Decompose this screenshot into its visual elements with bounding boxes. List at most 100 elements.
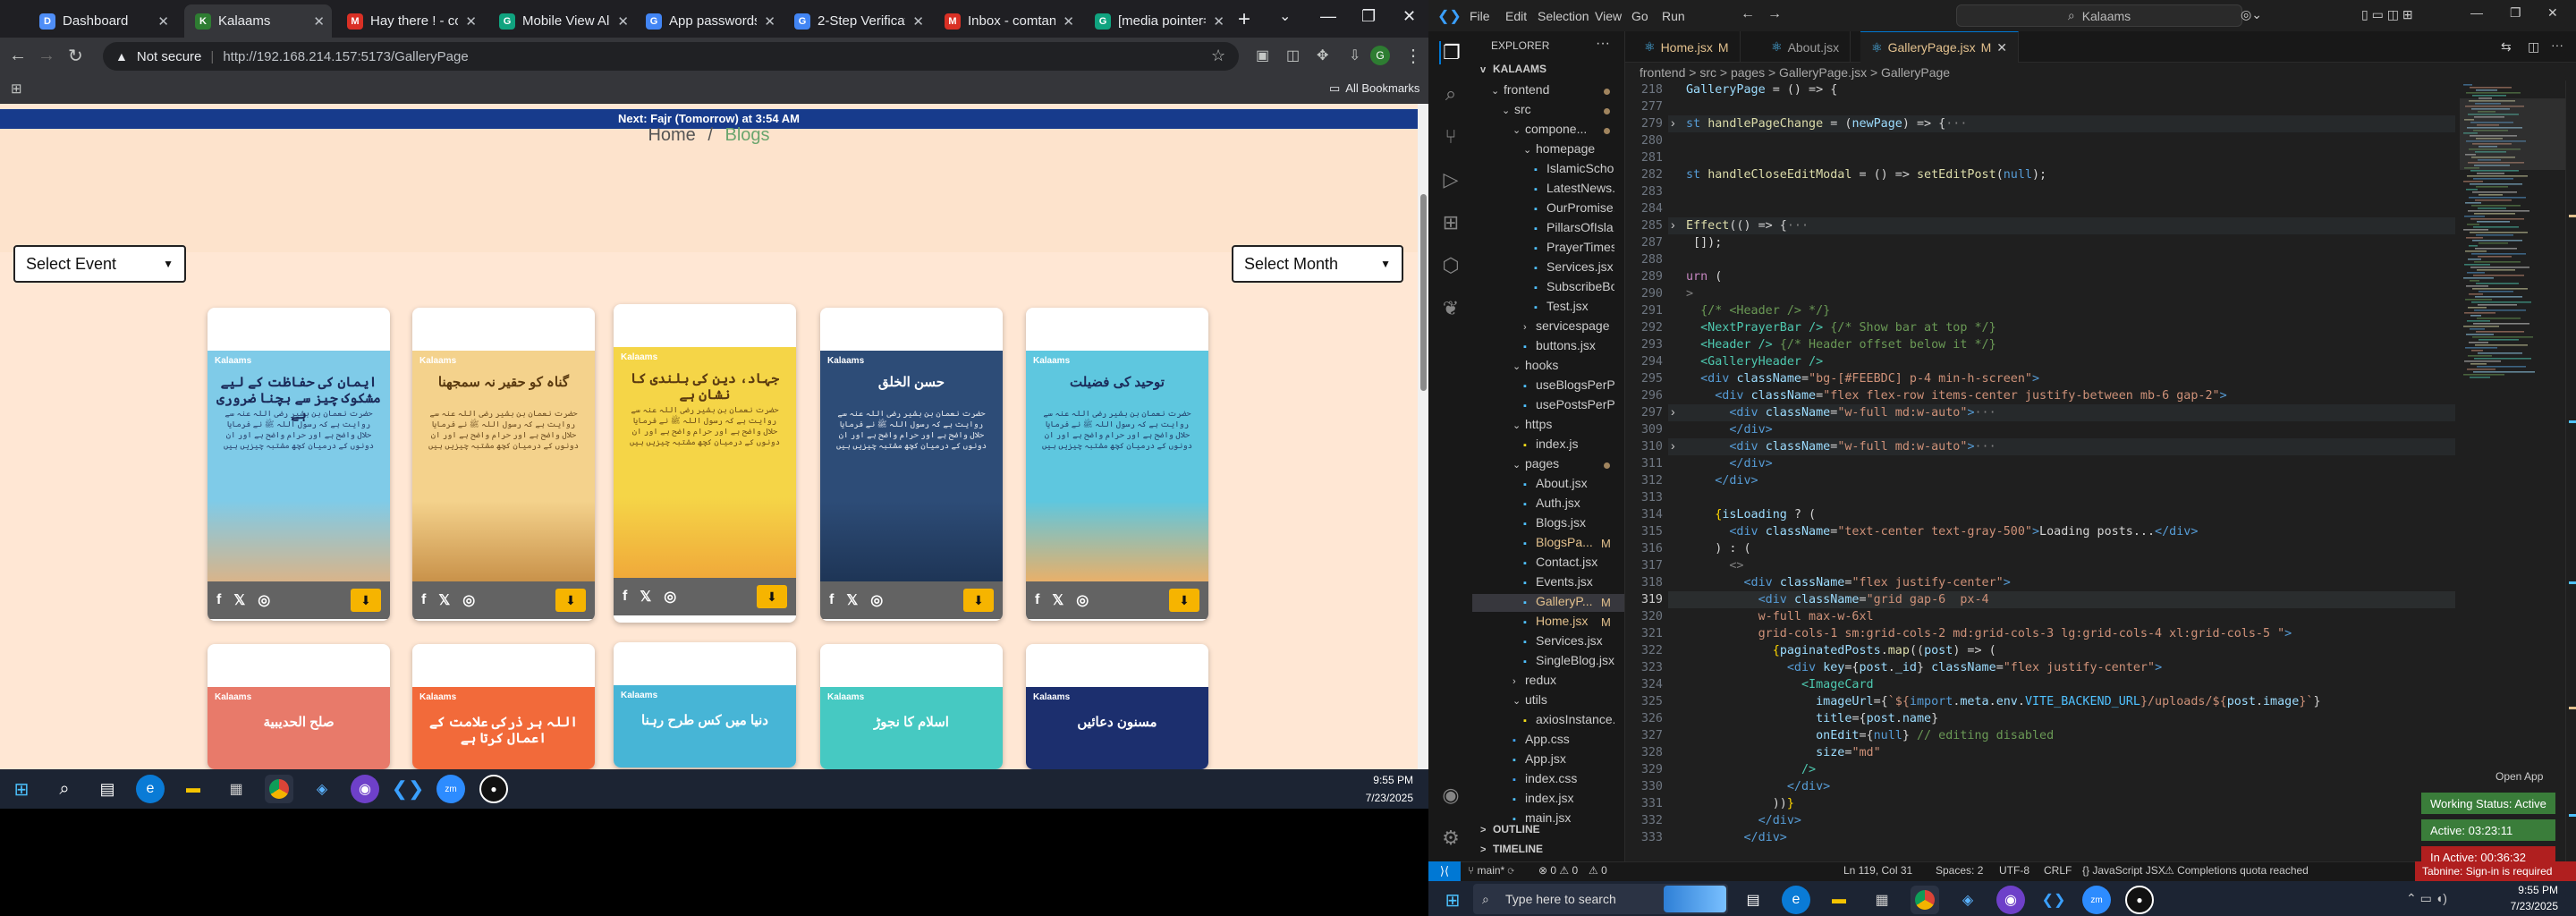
code-line[interactable]: size="md" [1686, 746, 1881, 759]
copilot-quota[interactable]: ⚠ Completions quota reached [2165, 864, 2309, 877]
code-line[interactable]: <NextPrayerBar /> {/* Show bar at top */… [1686, 321, 1996, 335]
explorer-item[interactable]: ⌄ hooks [1513, 358, 1614, 376]
explorer-item[interactable]: ▪ IslamicScho... [1534, 161, 1614, 179]
menu-edit[interactable]: Edit [1505, 9, 1527, 23]
code-line[interactable]: <div className="grid gap-6 px-4 [1686, 593, 1989, 606]
code-line[interactable]: []); [1686, 236, 1722, 250]
instagram-icon[interactable]: ◎ [258, 591, 270, 609]
explorer-item[interactable]: ▪ PillarsOfIsla... [1534, 220, 1614, 238]
file-explorer-icon[interactable]: ▬ [179, 775, 208, 803]
apps-grid-icon[interactable]: ⊞ [11, 81, 22, 97]
browser-tab[interactable]: M Inbox - comtanki ✕ [934, 4, 1081, 38]
editor-scrollbar[interactable] [2565, 81, 2576, 861]
card-image[interactable]: Kalaams مسنون دعائیں [1026, 687, 1208, 769]
x-twitter-icon[interactable]: 𝕏 [233, 591, 245, 609]
explorer-item[interactable]: ⌄ src [1502, 102, 1614, 120]
facebook-icon[interactable]: f [421, 592, 426, 608]
store-icon[interactable]: ▦ [1868, 886, 1896, 914]
instagram-icon[interactable]: ◎ [462, 591, 475, 609]
x-twitter-icon[interactable]: 𝕏 [640, 588, 651, 606]
new-tab-button[interactable]: + [1238, 7, 1250, 32]
editor-tab[interactable]: ⚛ Home.jsx M [1633, 31, 1741, 63]
menu-file[interactable]: File [1470, 9, 1490, 23]
accounts-icon[interactable]: ◉ [1439, 784, 1462, 807]
tab-close-icon[interactable]: ✕ [912, 13, 924, 30]
vscode-insiders-icon[interactable]: ◈ [1953, 886, 1982, 914]
menu-run[interactable]: Run [1662, 9, 1685, 23]
gallery-card[interactable]: Kalaams گناہ کو حقیر نہ سمجھنا حضرت نعمان … [412, 308, 595, 621]
chrome-icon[interactable] [265, 775, 293, 803]
file-explorer-icon[interactable]: ▬ [1825, 886, 1853, 914]
download-icon[interactable]: ⬇ [1169, 589, 1199, 612]
explorer-item[interactable]: ▪ buttons.jsx [1523, 338, 1614, 356]
obs-icon[interactable]: ● [2125, 886, 2154, 914]
explorer-item[interactable]: ⌄ frontend [1491, 82, 1614, 100]
address-bar[interactable]: ▲ Not secure | http://192.168.214.157:51… [103, 42, 1239, 71]
code-line[interactable]: {paginatedPosts.map((post) => ( [1686, 644, 1996, 657]
copilot-icon[interactable]: ◎⌄ [2241, 7, 2262, 22]
task-view-icon[interactable]: ▤ [93, 775, 122, 803]
branch-indicator[interactable]: ⑂ main* ⟳ [1468, 864, 1514, 877]
editor-tab[interactable]: ⚛ About.jsx [1760, 31, 1852, 63]
browser-tab[interactable]: G 2-Step Verificatio ✕ [784, 4, 931, 38]
code-line[interactable]: <div key={post._id} className="flex just… [1686, 661, 2162, 674]
select-month-dropdown[interactable]: Select Month ▼ [1232, 245, 1403, 283]
minimize-icon[interactable]: — [1320, 7, 1336, 26]
browser-tab[interactable]: M Hay there ! - comt ✕ [336, 4, 484, 38]
gallery-card[interactable]: Kalaams اسلام کا نجوڑ [820, 644, 1003, 769]
facebook-icon[interactable]: f [1035, 592, 1039, 608]
x-twitter-icon[interactable]: 𝕏 [846, 591, 858, 609]
back-icon[interactable]: ← [9, 46, 27, 66]
explorer-item[interactable]: ▪ SubscribeBo... [1534, 279, 1614, 297]
explorer-item[interactable]: ▪ usePostsPerP... [1523, 397, 1614, 415]
code-line[interactable]: st handlePageChange = (newPage) => {··· [1686, 117, 1967, 131]
puzzle-icon[interactable]: ✥ [1317, 47, 1328, 64]
explorer-item[interactable]: ▪ Test.jsx [1534, 299, 1614, 317]
code-line[interactable]: <div className="bg-[#FEEBDC] p-4 min-h-s… [1686, 372, 2039, 386]
fold-chevron-icon[interactable]: › [1671, 404, 1675, 419]
explorer-item[interactable]: ▪ OurPromise.... [1534, 200, 1614, 218]
download-icon[interactable]: ⬇ [351, 589, 381, 612]
layout-icons[interactable]: ▯ ▭ ◫ ⊞ [2361, 7, 2413, 22]
code-line[interactable]: </div> [1686, 457, 1772, 471]
fold-chevron-icon[interactable]: › [1671, 217, 1675, 232]
code-line[interactable]: <ImageCard [1686, 678, 1874, 691]
problems-indicator[interactable]: ⊗ 0 ⚠ 0 [1538, 864, 1578, 877]
extension-icon[interactable]: ▣ [1256, 47, 1269, 64]
editor-breadcrumb[interactable]: frontend > src > pages > GalleryPage.jsx… [1640, 65, 1950, 80]
explorer-item[interactable]: ▪ Services.jsx [1523, 633, 1614, 651]
extensions-icon[interactable]: ⊞ [1439, 211, 1462, 234]
browser-tab[interactable]: D Dashboard ✕ [29, 4, 176, 38]
card-image[interactable]: Kalaams اللہ ہر ذرکی علامت کے اعمال کرتا … [412, 687, 595, 769]
mongodb-icon[interactable]: ❦ [1439, 297, 1462, 320]
explorer-item[interactable]: ▪ Contact.jsx [1523, 555, 1614, 572]
code-line[interactable]: > [1686, 287, 1693, 301]
gallery-card[interactable]: Kalaams حسن الخلق حضرت نعمان بن بشیر رضی ا… [820, 308, 1003, 621]
source-control-icon[interactable]: ⑂ [1439, 125, 1462, 148]
menu-kebab-icon[interactable]: ⋮ [1404, 45, 1422, 67]
card-image[interactable]: Kalaams ایمان کی حفاظت کے لیے مشکوک چیز س… [208, 351, 390, 581]
explorer-item[interactable]: ⌄ utils [1513, 692, 1614, 710]
code-line[interactable]: <> [1686, 559, 1743, 572]
card-image[interactable]: Kalaams صلح الحديبية [208, 687, 390, 769]
maximize-icon[interactable]: ❐ [1361, 7, 1376, 26]
gallery-card[interactable]: Kalaams اللہ ہر ذرکی علامت کے اعمال کرتا … [412, 644, 595, 769]
code-line[interactable]: </div> [1686, 423, 1772, 437]
code-line[interactable]: <div className="text-center text-gray-50… [1686, 525, 2198, 539]
instagram-icon[interactable]: ◎ [1076, 591, 1089, 609]
start-windows-icon[interactable]: ⊞ [1438, 886, 1467, 914]
explorer-item[interactable]: ▪ App.css [1513, 732, 1614, 750]
outline-section[interactable]: > OUTLINE [1480, 823, 1601, 841]
github-desktop-icon[interactable]: ◉ [1996, 886, 2025, 914]
tabnine-status[interactable]: Tabnine: Sign-in is required [2415, 861, 2576, 881]
code-line[interactable]: Effect(() => {··· [1686, 219, 1809, 233]
tab-close-icon[interactable]: ✕ [1063, 13, 1074, 30]
task-view-icon[interactable]: ▤ [1739, 886, 1767, 914]
zoom-icon[interactable]: zm [2082, 886, 2111, 914]
breadcrumb-home[interactable]: Home [648, 125, 695, 145]
profile-avatar[interactable]: G [1370, 46, 1390, 65]
code-line[interactable]: {isLoading ? ( [1686, 508, 1816, 522]
vscode-maximize-icon[interactable]: ❐ [2510, 5, 2521, 21]
github-desktop-icon[interactable]: ◉ [351, 775, 379, 803]
code-line[interactable]: imageUrl={`${import.meta.env.VITE_BACKEN… [1686, 695, 2320, 708]
